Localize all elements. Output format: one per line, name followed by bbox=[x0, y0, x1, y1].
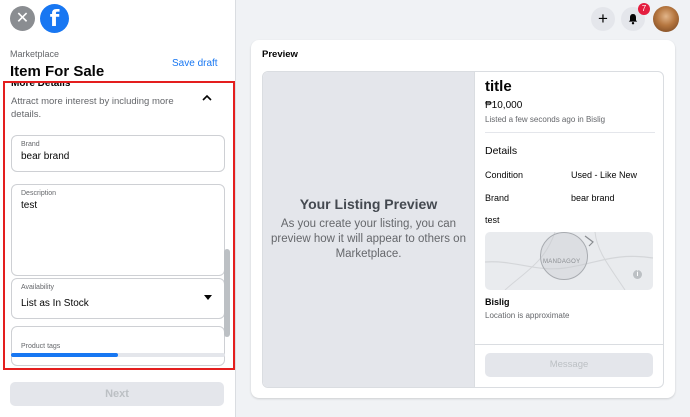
form-scroll-area[interactable]: More Details Attract more interest by in… bbox=[3, 81, 235, 370]
availability-select[interactable]: Availability List as In Stock bbox=[11, 278, 225, 319]
detail-key-brand: Brand bbox=[485, 193, 510, 203]
divider bbox=[475, 344, 663, 345]
location-radius bbox=[540, 232, 588, 280]
preview-label: Preview bbox=[262, 49, 298, 60]
product-tags-field[interactable]: Product tags bbox=[11, 326, 225, 366]
next-button[interactable]: Next bbox=[10, 382, 224, 406]
product-tags-label: Product tags bbox=[21, 343, 61, 350]
availability-label: Availability bbox=[21, 284, 54, 291]
listing-time: Listed a few seconds ago in Bislig bbox=[485, 115, 606, 124]
message-button[interactable]: Message bbox=[485, 353, 653, 377]
create-listing-panel: ✕ f Marketplace Item For Sale Save draft… bbox=[0, 0, 236, 417]
brand-field[interactable]: Brand bear brand bbox=[11, 135, 225, 172]
progress-bar bbox=[11, 353, 225, 357]
notification-badge: 7 bbox=[638, 3, 650, 15]
location-map: MANDAGOY i bbox=[485, 232, 653, 290]
breadcrumb[interactable]: Marketplace bbox=[10, 49, 59, 59]
bell-icon bbox=[628, 14, 638, 25]
info-icon[interactable]: i bbox=[633, 270, 642, 279]
preview-image-area: Your Listing Preview As you create your … bbox=[263, 72, 474, 387]
facebook-logo-icon[interactable]: f bbox=[40, 4, 69, 33]
detail-value-condition: Used - Like New bbox=[571, 170, 638, 180]
map-place-label: MANDAGOY bbox=[543, 259, 581, 265]
plus-icon[interactable]: + bbox=[591, 7, 615, 31]
location-name: Bislig bbox=[485, 297, 510, 307]
save-draft-button[interactable]: Save draft bbox=[172, 58, 218, 69]
more-details-heading: More Details bbox=[11, 81, 71, 89]
description-field[interactable]: Description test bbox=[11, 184, 225, 276]
more-details-subtitle: Attract more interest by including more … bbox=[11, 96, 174, 120]
description-label: Description bbox=[21, 190, 57, 197]
progress-fill bbox=[11, 353, 118, 357]
page-title: Item For Sale bbox=[10, 63, 105, 80]
brand-value[interactable]: bear brand bbox=[21, 151, 69, 162]
details-heading: Details bbox=[485, 145, 518, 157]
scrollbar-thumb[interactable] bbox=[224, 249, 230, 337]
listing-price: ₱10,000 bbox=[485, 100, 523, 111]
detail-key-condition: Condition bbox=[485, 170, 524, 180]
brand-label: Brand bbox=[21, 141, 40, 148]
location-note: Location is approximate bbox=[485, 311, 570, 320]
preview-placeholder-text: As you create your listing, you can prev… bbox=[271, 218, 466, 260]
availability-value[interactable]: List as In Stock bbox=[21, 298, 89, 309]
detail-value-brand: bear brand bbox=[571, 193, 615, 203]
description-value[interactable]: test bbox=[21, 200, 37, 211]
listing-description: test bbox=[485, 215, 500, 225]
caret-down-icon[interactable] bbox=[204, 295, 212, 300]
listing-title: title bbox=[485, 78, 512, 95]
preview-placeholder-title: Your Listing Preview bbox=[299, 196, 438, 212]
avatar[interactable] bbox=[653, 6, 679, 32]
divider bbox=[485, 132, 655, 133]
preview-info: title ₱10,000 Listed a few seconds ago i… bbox=[474, 72, 663, 387]
panel-topbar: ✕ f bbox=[0, 0, 236, 36]
chevron-up-icon[interactable] bbox=[201, 92, 213, 104]
listing-preview: Your Listing Preview As you create your … bbox=[262, 71, 664, 388]
close-icon[interactable]: ✕ bbox=[10, 6, 35, 31]
preview-card: Preview Your Listing Preview As you crea… bbox=[251, 40, 675, 398]
